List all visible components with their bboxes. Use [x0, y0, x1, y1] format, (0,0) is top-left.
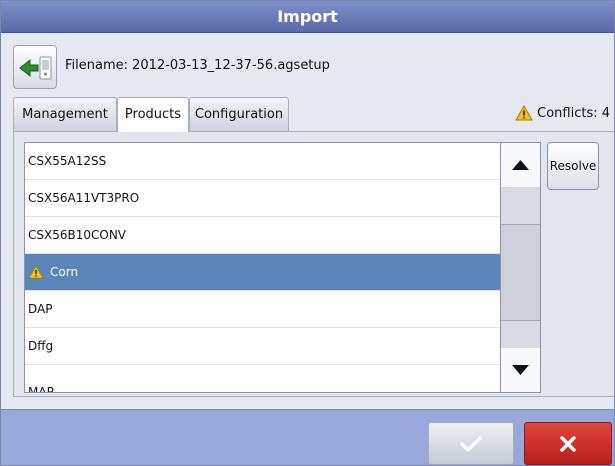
list-item-label: Dffg — [28, 338, 54, 353]
list-item[interactable]: DAP — [25, 291, 500, 328]
import-dialog: Import Filename: 2012-03-13_12-37-56.ags… — [0, 0, 615, 466]
conflicts-count: Conflicts: 4 — [537, 105, 610, 121]
list-item[interactable]: Dffg — [25, 328, 500, 365]
list-item[interactable]: CSX56B10CONV — [25, 217, 500, 254]
tab-management[interactable]: Management — [13, 97, 117, 131]
filename-label: Filename: 2012-03-13_12-37-56.agsetup — [65, 58, 330, 73]
scroll-up-button[interactable] — [501, 143, 540, 187]
bottom-bar — [1, 409, 614, 465]
list-item-label: CSX56A11VT3PRO — [28, 190, 140, 205]
list-item[interactable]: MAP — [25, 374, 500, 393]
warning-icon — [28, 265, 44, 279]
list-item[interactable]: CSX56A11VT3PRO — [25, 180, 500, 217]
accept-button[interactable] — [428, 422, 514, 465]
scroll-track[interactable] — [501, 321, 540, 349]
list-scrollbar[interactable] — [501, 142, 541, 393]
cancel-button[interactable] — [524, 422, 612, 465]
list-item-label: Corn — [50, 264, 79, 279]
close-icon — [560, 435, 576, 452]
resolve-button[interactable]: Resolve — [547, 142, 599, 190]
scroll-thumb[interactable] — [501, 224, 540, 321]
list-item-selected[interactable]: Corn — [25, 254, 500, 291]
triangle-up-icon — [512, 160, 529, 170]
list-item-label: MAP — [28, 384, 54, 393]
dialog-title: Import — [277, 7, 338, 26]
products-panel: CSX55A12SS CSX56A11VT3PRO CSX56B10CONV C… — [13, 131, 614, 397]
tab-configuration[interactable]: Configuration — [189, 97, 289, 131]
title-bar: Import — [1, 1, 614, 33]
list-item-label: CSX56B10CONV — [28, 227, 126, 242]
list-item[interactable]: CSX55A12SS — [25, 143, 500, 180]
tab-products[interactable]: Products — [117, 97, 189, 132]
triangle-down-icon — [512, 365, 529, 375]
conflicts-indicator: Conflicts: 4 — [515, 105, 610, 121]
products-list[interactable]: CSX55A12SS CSX56A11VT3PRO CSX56B10CONV C… — [24, 142, 501, 393]
checkmark-icon — [460, 435, 482, 452]
scroll-down-button[interactable] — [501, 348, 540, 392]
warning-icon — [515, 105, 533, 121]
back-button[interactable] — [13, 45, 57, 89]
list-item-label: CSX55A12SS — [28, 153, 107, 168]
import-file-icon — [19, 56, 52, 80]
list-item-label: DAP — [28, 301, 53, 316]
scroll-track[interactable] — [501, 187, 540, 224]
